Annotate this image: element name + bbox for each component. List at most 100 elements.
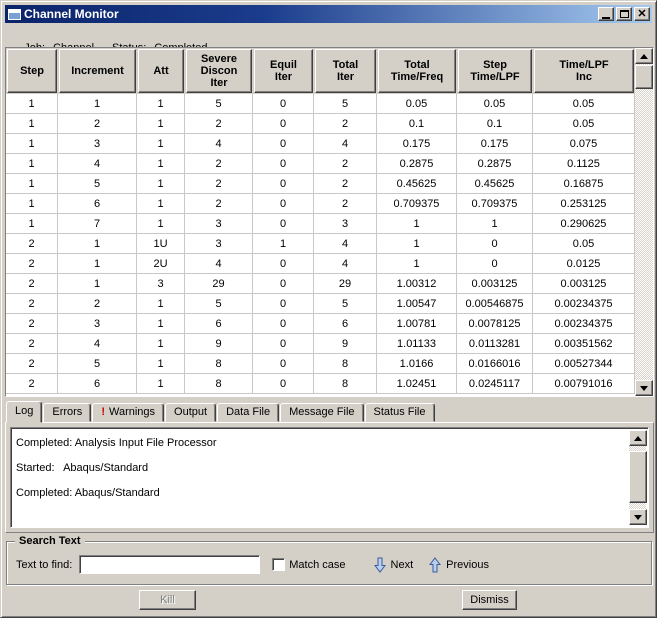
window-controls: ✕	[598, 7, 650, 21]
column-header: Att	[138, 49, 184, 93]
table-cell: 3	[314, 214, 377, 234]
previous-button[interactable]: Previous	[429, 556, 489, 573]
arrow-up-icon	[640, 53, 648, 59]
next-label: Next	[390, 558, 414, 571]
tab-data-file[interactable]: Data File	[217, 403, 280, 422]
log-text-area[interactable]: Completed: Analysis Input File Processor…	[10, 427, 649, 528]
table-cell: 9	[314, 334, 377, 354]
tab-warnings[interactable]: ! Warnings	[92, 403, 165, 422]
warning-icon: !	[101, 405, 105, 418]
table-cell: 0.2875	[457, 154, 533, 174]
table-cell: 2	[6, 274, 58, 294]
table-cell: 2	[58, 114, 137, 134]
column-header: Increment	[59, 49, 136, 93]
tab-status-file[interactable]: Status File	[364, 403, 435, 422]
table-scrollbar[interactable]	[635, 48, 653, 396]
table-cell: 3	[137, 274, 185, 294]
minimize-button[interactable]	[598, 7, 614, 21]
table-cell: 4	[314, 254, 377, 274]
find-input[interactable]	[79, 555, 261, 574]
table-cell: 6	[58, 374, 137, 394]
table-cell: 1	[137, 314, 185, 334]
search-text-group: Search Text Text to find: Match case Nex…	[6, 535, 652, 585]
table-cell: 1	[137, 174, 185, 194]
table-row[interactable]: 2 5 1 8 0 8 1.0166 0.0166016 0.00527344	[6, 354, 635, 374]
close-button[interactable]: ✕	[634, 7, 650, 21]
log-line: Completed: Analysis Input File Processor	[16, 437, 217, 449]
table-cell: 0.175	[457, 134, 533, 154]
kill-button[interactable]: Kill	[139, 590, 196, 610]
table-row[interactable]: 1 7 1 3 0 3 1 1 0.290625	[6, 214, 635, 234]
next-button[interactable]: Next	[373, 557, 414, 573]
table-row[interactable]: 1 2 1 2 0 2 0.1 0.1 0.05	[6, 114, 635, 134]
table-cell: 0.2875	[377, 154, 457, 174]
tab-label: Errors	[52, 405, 83, 418]
table-cell: 3	[58, 314, 137, 334]
table-cell: 4	[58, 154, 137, 174]
table-scroll-down-button[interactable]	[635, 380, 653, 396]
table-row[interactable]: 2 1 3 29 0 29 1.00312 0.003125 0.003125	[6, 274, 635, 294]
table-cell: 1	[6, 174, 58, 194]
previous-label: Previous	[446, 558, 489, 571]
column-header: Equil Iter	[254, 49, 313, 93]
table-cell: 0.05	[457, 94, 533, 114]
table-cell: 0.253125	[533, 194, 635, 214]
table-cell: 0.709375	[377, 194, 457, 214]
table-cell: 2	[6, 234, 58, 254]
table-row[interactable]: 2 1 2U 4 0 4 1 0 0.0125	[6, 254, 635, 274]
log-scroll-up-button[interactable]	[629, 430, 647, 446]
log-tab-panel: Completed: Analysis Input File Processor…	[5, 422, 654, 533]
arrow-up-icon	[634, 435, 642, 441]
table-cell: 5	[314, 94, 377, 114]
table-cell: 8	[314, 354, 377, 374]
table-row[interactable]: 1 3 1 4 0 4 0.175 0.175 0.075	[6, 134, 635, 154]
log-line: Completed: Abaqus/Standard	[16, 487, 160, 499]
table-cell: 0.1	[457, 114, 533, 134]
tab-errors[interactable]: Errors	[43, 403, 92, 422]
table-cell: 1	[58, 234, 137, 254]
title-bar[interactable]: Channel Monitor ✕	[5, 5, 652, 23]
table-cell: 0.0125	[533, 254, 635, 274]
tab-log[interactable]: Log	[6, 401, 43, 423]
table-cell: 0	[457, 254, 533, 274]
table-cell: 0	[253, 314, 314, 334]
table-cell: 6	[58, 194, 137, 214]
match-case-checkbox[interactable]	[272, 558, 286, 571]
table-cell: 0.003125	[457, 274, 533, 294]
table-cell: 0	[253, 194, 314, 214]
tab-message-file[interactable]: Message File	[280, 403, 364, 422]
table-cell: 2	[314, 114, 377, 134]
table-cell: 1U	[137, 234, 185, 254]
table-cell: 1	[6, 134, 58, 154]
maximize-button[interactable]	[616, 7, 632, 21]
log-scroll-down-button[interactable]	[629, 509, 647, 525]
table-row[interactable]: 2 2 1 5 0 5 1.00547 0.00546875 0.00234375	[6, 294, 635, 314]
table-row[interactable]: 1 1 1 5 0 5 0.05 0.05 0.05	[6, 94, 635, 114]
table-cell: 0	[253, 354, 314, 374]
table-row[interactable]: 2 6 1 8 0 8 1.02451 0.0245117 0.00791016	[6, 374, 635, 394]
log-line: Started: Abaqus/Standard	[16, 462, 149, 474]
table-row[interactable]: 2 4 1 9 0 9 1.01133 0.0113281 0.00351562	[6, 334, 635, 354]
log-scrollbar-thumb[interactable]	[629, 451, 647, 503]
tab-bar: Log Errors ! Warnings Output Data File Message…	[6, 400, 436, 423]
table-row[interactable]: 1 4 1 2 0 2 0.2875 0.2875 0.1125	[6, 154, 635, 174]
log-scrollbar[interactable]	[629, 430, 647, 525]
table-cell: 0.00546875	[457, 294, 533, 314]
table-cell: 29	[314, 274, 377, 294]
table-cell: 8	[185, 354, 253, 374]
table-cell: 2	[185, 194, 253, 214]
table-scrollbar-thumb[interactable]	[635, 65, 653, 89]
table-row[interactable]: 1 6 1 2 0 2 0.709375 0.709375 0.253125	[6, 194, 635, 214]
dismiss-button[interactable]: Dismiss	[462, 590, 517, 610]
table-scroll-up-button[interactable]	[635, 48, 653, 64]
table-cell: 0.45625	[457, 174, 533, 194]
search-row: Text to find: Match case Next Previous	[16, 555, 645, 574]
table-body: 1 1 1 5 0 5 0.05 0.05 0.05 1 2 1 2 0 2 0.1 0.1 0.05 1 3 1 4 0 4…	[6, 94, 635, 396]
table-row[interactable]: 1 5 1 2 0 2 0.45625 0.45625 0.16875	[6, 174, 635, 194]
table-row[interactable]: 2 3 1 6 0 6 1.00781 0.0078125 0.00234375	[6, 314, 635, 334]
tab-output[interactable]: Output	[165, 403, 217, 422]
table-cell: 8	[314, 374, 377, 394]
table-cell: 1.01133	[377, 334, 457, 354]
table-cell: 0.45625	[377, 174, 457, 194]
table-row[interactable]: 2 1 1U 3 1 4 1 0 0.05	[6, 234, 635, 254]
